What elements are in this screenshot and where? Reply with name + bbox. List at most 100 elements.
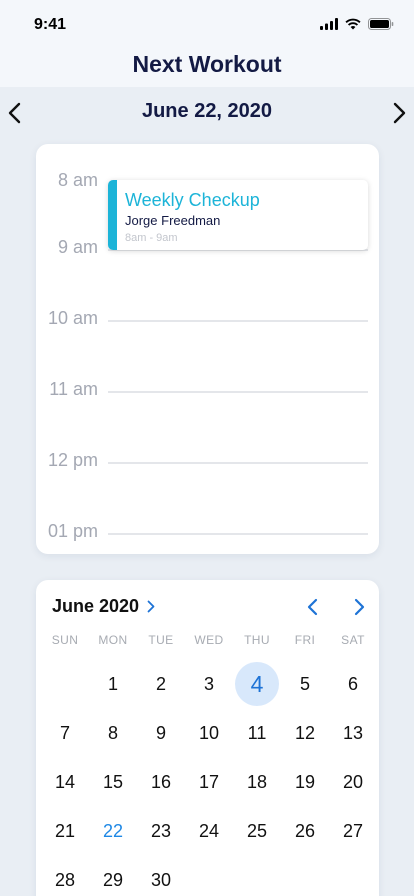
- calendar-day[interactable]: 29: [89, 856, 137, 896]
- hour-line: [108, 533, 368, 535]
- event-title: Weekly Checkup: [125, 190, 260, 210]
- chevron-right-icon: [354, 598, 365, 616]
- calendar-day[interactable]: 22: [89, 807, 137, 855]
- calendar-day[interactable]: 25: [233, 807, 281, 855]
- hour-label: 11 am: [49, 379, 98, 399]
- calendar-day[interactable]: 20: [329, 758, 377, 806]
- calendar-day[interactable]: 9: [137, 709, 185, 757]
- calendar-day-number: 13: [342, 723, 364, 743]
- status-time: 9:41: [34, 16, 67, 33]
- calendar-day[interactable]: 30: [137, 856, 185, 896]
- calendar-day-number: 20: [342, 772, 364, 792]
- next-day-button[interactable]: [388, 100, 410, 126]
- event-person: Jorge Freedman: [125, 213, 221, 228]
- calendar-day-number: 3: [203, 674, 214, 694]
- calendar-day[interactable]: 4: [233, 660, 281, 708]
- calendar-day-number: 12: [294, 723, 316, 743]
- calendar-day[interactable]: 13: [329, 709, 377, 757]
- calendar-day[interactable]: 14: [41, 758, 89, 806]
- chevron-left-icon: [307, 598, 318, 616]
- weekday-label: FRI: [294, 633, 316, 647]
- calendar-day-number: 8: [107, 723, 118, 743]
- calendar-day[interactable]: 19: [281, 758, 329, 806]
- calendar-day[interactable]: 6: [329, 660, 377, 708]
- calendar-day-number: 1: [107, 674, 118, 694]
- calendar-day[interactable]: 15: [89, 758, 137, 806]
- calendar-day[interactable]: 3: [185, 660, 233, 708]
- calendar-day[interactable]: 24: [185, 807, 233, 855]
- calendar-day-number: 2: [155, 674, 166, 694]
- calendar-day-number: 7: [59, 723, 70, 743]
- weekday-label: SUN: [51, 633, 79, 647]
- date-navigation: June 22, 2020: [0, 96, 414, 130]
- weekday-header: SUN MON TUE WED THU FRI SAT: [41, 633, 377, 649]
- calendar-day[interactable]: 16: [137, 758, 185, 806]
- calendar-day[interactable]: 5: [281, 660, 329, 708]
- calendar-day[interactable]: 27: [329, 807, 377, 855]
- current-date: June 22, 2020: [141, 100, 273, 122]
- event-card[interactable]: Weekly Checkup Jorge Freedman 8am - 9am: [108, 180, 368, 250]
- calendar-day-number: 22: [102, 821, 124, 841]
- calendar-day[interactable]: 28: [41, 856, 89, 896]
- calendar-day-number: 19: [294, 772, 316, 792]
- calendar-day[interactable]: 12: [281, 709, 329, 757]
- weekday-label: TUE: [148, 633, 174, 647]
- wifi-icon: [345, 18, 361, 30]
- weekday-label: THU: [244, 633, 270, 647]
- calendar-day[interactable]: 17: [185, 758, 233, 806]
- calendar-day-number: 29: [102, 870, 124, 890]
- calendar-day[interactable]: 18: [233, 758, 281, 806]
- weekday-label: SAT: [341, 633, 365, 647]
- calendar-day-number: 10: [198, 723, 220, 743]
- hour-label: 10 am: [47, 308, 98, 328]
- calendar-day-number: 24: [198, 821, 220, 841]
- hour-label: 8 am: [57, 170, 98, 190]
- weekday-label: WED: [194, 633, 224, 647]
- calendar-day-number: 17: [198, 772, 220, 792]
- calendar-day[interactable]: 26: [281, 807, 329, 855]
- calendar-day-number: 27: [342, 821, 364, 841]
- calendar-day-number: 4: [250, 671, 264, 697]
- calendar-day[interactable]: 10: [185, 709, 233, 757]
- calendar-day-number: 9: [155, 723, 166, 743]
- calendar-day-number: 30: [150, 870, 172, 890]
- calendar-day-number: 6: [347, 674, 358, 694]
- header: Next Workout: [0, 40, 414, 87]
- calendar-day[interactable]: 1: [89, 660, 137, 708]
- calendar-day-number: 14: [54, 772, 76, 792]
- event-color-bar: [108, 180, 117, 250]
- calendar-day-number: 5: [299, 674, 310, 694]
- calendar-day-number: 18: [246, 772, 268, 792]
- calendar-day-number: 25: [246, 821, 268, 841]
- calendar-day[interactable]: 11: [233, 709, 281, 757]
- calendar-day-number: 21: [54, 821, 76, 841]
- calendar-day-number: 15: [102, 772, 124, 792]
- status-icons: [320, 18, 394, 30]
- calendar-day[interactable]: 7: [41, 709, 89, 757]
- signal-icon: [320, 18, 338, 30]
- hour-line: [108, 320, 368, 322]
- previous-month-button[interactable]: [306, 598, 320, 616]
- calendar-day[interactable]: 21: [41, 807, 89, 855]
- chevron-right-icon: [147, 600, 155, 613]
- calendar-day[interactable]: 8: [89, 709, 137, 757]
- hour-label: 9 am: [57, 237, 98, 257]
- hour-line: [108, 391, 368, 393]
- calendar-card: June 2020 SUN MON TUE WED THU FRI SAT 12…: [36, 580, 379, 896]
- calendar-day-number: 23: [150, 821, 172, 841]
- calendar-day[interactable]: 23: [137, 807, 185, 855]
- calendar-day-number: 11: [247, 723, 267, 743]
- month-picker-button[interactable]: June 2020: [52, 596, 155, 617]
- weekday-label: MON: [98, 633, 128, 647]
- month-label: June 2020: [52, 596, 140, 616]
- schedule-card: 8 am 9 am 10 am 11 am 12 pm 01 pm Weekly…: [36, 144, 379, 554]
- hour-label: 01 pm: [47, 521, 98, 541]
- battery-icon: [368, 18, 394, 30]
- calendar-day-number: 28: [54, 870, 76, 890]
- chevron-right-icon: [393, 102, 406, 124]
- calendar-day[interactable]: 2: [137, 660, 185, 708]
- next-month-button[interactable]: [352, 598, 366, 616]
- hour-line: [108, 462, 368, 464]
- event-time: 8am - 9am: [125, 232, 178, 244]
- calendar-day-number: 26: [294, 821, 316, 841]
